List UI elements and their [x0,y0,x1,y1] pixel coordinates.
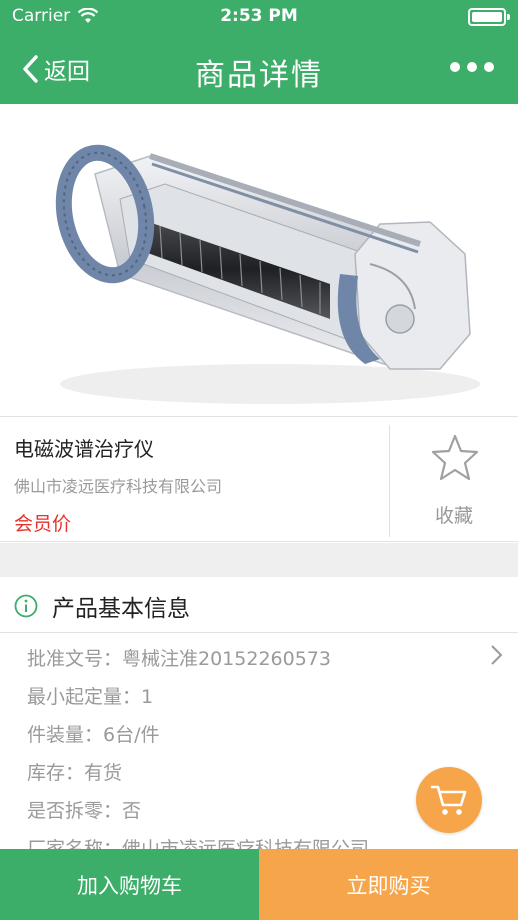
info-section-title: 产品基本信息 [52,596,190,622]
cart-icon [430,785,467,815]
more-dot [450,62,460,72]
buy-now-button[interactable]: 立即购买 [259,849,518,920]
info-row-approval-number[interactable]: 批准文号：粤械注准20152260573 [27,644,331,671]
info-row-package-qty: 件装量：6台/件 [27,724,160,746]
bottom-action-bar: 加入购物车 立即购买 [0,849,518,920]
star-icon [431,434,479,481]
more-icon[interactable] [450,62,494,72]
cart-button[interactable] [416,767,482,833]
clock: 2:53 PM [220,6,298,26]
nav-bar: 返回 商品详情 [0,34,518,104]
battery-icon [468,8,510,26]
product-company: 佛山市凌远医疗科技有限公司 [14,477,223,496]
page-title: 商品详情 [195,58,323,93]
add-to-cart-button[interactable]: 加入购物车 [0,849,259,920]
status-bar: Carrier 2:53 PM [0,0,518,34]
favorite-button[interactable]: 收藏 [390,417,518,543]
chevron-right-icon[interactable] [490,644,504,666]
more-dot [484,62,494,72]
info-row-stock: 库存：有货 [27,762,123,784]
product-illustration [55,144,480,404]
info-circle-icon [14,594,38,618]
favorite-label: 收藏 [434,505,473,527]
info-section-header: 产品基本信息 [0,577,518,633]
info-row-min-order: 最小起定量：1 [27,686,154,708]
section-gap [0,543,518,577]
product-image [0,104,518,416]
more-dot [467,62,477,72]
member-price-label: 会员价 [14,513,72,535]
info-row-split: 是否拆零：否 [27,800,142,822]
info-row-manufacturer: 厂家名称：佛山市凌远医疗科技有限公司 [27,838,370,849]
product-name: 电磁波谱治疗仪 [14,437,154,461]
product-summary: 电磁波谱治疗仪 佛山市凌远医疗科技有限公司 会员价 收藏 [0,416,518,542]
